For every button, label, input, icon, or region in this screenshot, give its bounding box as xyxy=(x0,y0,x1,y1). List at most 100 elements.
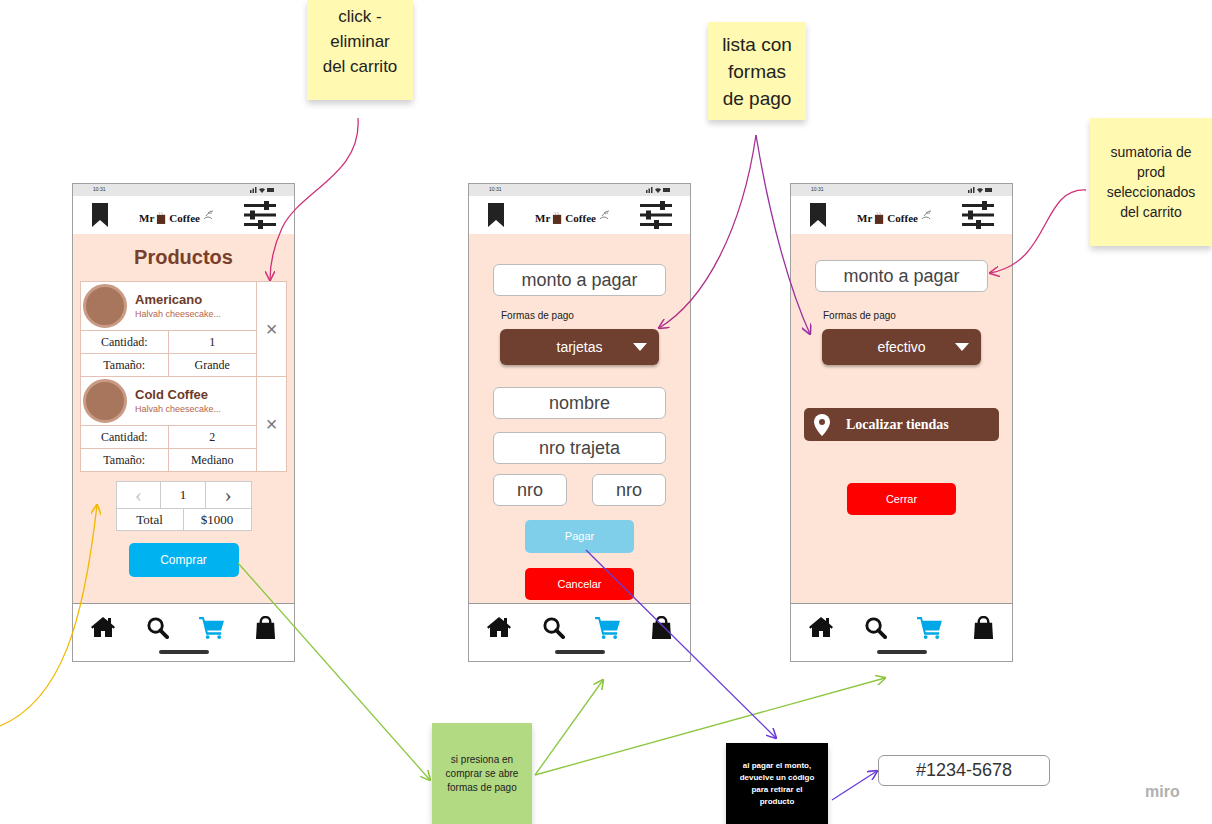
connector-arrow xyxy=(270,118,358,280)
detail-row: Cantidad:2 xyxy=(81,425,256,448)
detail-label: Cantidad: xyxy=(81,331,169,353)
home-icon xyxy=(487,616,511,638)
payment-method-dropdown[interactable]: efectivo xyxy=(822,329,981,365)
payment-method-dropdown[interactable]: tarjetas xyxy=(500,329,659,365)
logo-text: Mr xyxy=(535,210,550,227)
pickup-code-box: #1234-5678 xyxy=(878,755,1050,786)
nav-item[interactable] xyxy=(973,616,994,639)
sticky-note: lista con formas de pago xyxy=(708,22,806,120)
text-field[interactable]: monto a pagar xyxy=(493,264,666,296)
note-text: si presiona en comprar se abre formas de… xyxy=(442,753,522,795)
filter-sliders-icon xyxy=(640,201,672,229)
cart-title: Productos xyxy=(134,244,233,270)
nav-item[interactable] xyxy=(809,616,833,638)
bottom-nav xyxy=(469,603,690,661)
connector-arrow xyxy=(586,550,776,738)
nav-item[interactable] xyxy=(146,616,169,639)
app-header: MrCoffee xyxy=(791,196,1012,234)
note-text: click - eliminar del carrito xyxy=(317,4,403,79)
location-pin-icon xyxy=(814,414,830,436)
detail-row: Cantidad:1 xyxy=(81,330,256,353)
detail-value: Mediano xyxy=(169,449,257,471)
status-time: 10:31 xyxy=(811,186,824,194)
nav-item[interactable] xyxy=(91,616,115,638)
product-text: Cold CoffeeHalvah cheesecake... xyxy=(135,387,221,415)
buy-button[interactable]: Comprar xyxy=(129,543,239,577)
search-icon xyxy=(864,616,887,639)
product-photo xyxy=(83,379,127,423)
product-description: Halvah cheesecake... xyxy=(135,308,221,320)
connector-arrow xyxy=(756,135,810,334)
sticky-note: click - eliminar del carrito xyxy=(307,0,413,100)
remove-item-button[interactable]: × xyxy=(256,377,286,471)
buy-label: Comprar xyxy=(160,551,207,569)
phone-screen: 10:31 MrCoffee Productos AmericanoHalvah ch… xyxy=(72,183,295,662)
status-bar: 10:31 xyxy=(469,184,690,196)
nav-item[interactable] xyxy=(487,616,511,638)
cart-item-header: Cold CoffeeHalvah cheesecake... xyxy=(81,377,256,425)
screen-body: monto a pagar Formas de pago efectivo Local… xyxy=(791,234,1012,603)
nav-item[interactable] xyxy=(595,616,620,639)
pager: ‹1› xyxy=(117,482,251,508)
miro-board: click - eliminar del carrito lista con fo… xyxy=(0,0,1212,824)
logo-text: Mr xyxy=(857,210,872,227)
nav-item[interactable] xyxy=(864,616,887,639)
note-text: lista con formas de pago xyxy=(716,31,798,112)
field-placeholder: nro trajeta xyxy=(539,435,620,462)
text-field[interactable]: nro xyxy=(592,474,666,506)
remove-mark: × xyxy=(266,409,278,439)
caret-down-icon xyxy=(633,343,647,351)
payment-method-value: efectivo xyxy=(877,337,925,358)
pay-label: Pagar xyxy=(565,528,594,545)
text-field[interactable]: nro xyxy=(493,474,567,506)
connector-arrow xyxy=(832,771,877,800)
text-field[interactable]: monto a pagar xyxy=(815,260,988,292)
product-text: AmericanoHalvah cheesecake... xyxy=(135,292,221,320)
detail-row: Tamaño:Mediano xyxy=(81,448,256,471)
nav-item[interactable] xyxy=(199,616,224,639)
steam-icon xyxy=(598,210,610,220)
payment-method-label: Formas de pago xyxy=(501,308,574,323)
note-text: al pagar el monto, devuelve un código pa… xyxy=(734,760,820,808)
status-bar: 10:31 xyxy=(73,184,294,196)
coffee-cup-icon xyxy=(156,212,167,224)
bag-icon xyxy=(973,616,994,639)
bookmark-icon xyxy=(809,203,827,227)
cancel-button[interactable]: Cancelar xyxy=(525,568,634,600)
steam-icon xyxy=(202,210,214,220)
coffee-cup-icon xyxy=(874,212,885,224)
nav-item[interactable] xyxy=(255,616,276,639)
card-extra-fields: nro nro xyxy=(493,474,666,506)
payment-method-label: Formas de pago xyxy=(823,308,896,323)
nav-item[interactable] xyxy=(651,616,672,639)
close-button[interactable]: Cerrar xyxy=(847,483,956,515)
payment-method-value: tarjetas xyxy=(557,337,603,358)
logo-text: Mr xyxy=(139,210,154,227)
text-field[interactable]: nombre xyxy=(493,387,666,419)
nav-item[interactable] xyxy=(917,616,942,639)
bottom-nav-items xyxy=(791,604,1012,650)
field-placeholder: nro xyxy=(616,477,642,504)
home-indicator xyxy=(159,650,209,654)
mr-coffee-logo: MrCoffee xyxy=(139,204,214,227)
total-label: Total xyxy=(117,509,184,530)
signal-icon xyxy=(968,187,992,193)
pickup-code: #1234-5678 xyxy=(916,757,1012,784)
pager-prev-button[interactable]: ‹ xyxy=(117,482,162,508)
bottom-nav-items xyxy=(469,604,690,650)
cart-items-table: AmericanoHalvah cheesecake...Cantidad:1T… xyxy=(80,281,287,472)
search-icon xyxy=(542,616,565,639)
app-header: MrCoffee xyxy=(469,196,690,234)
locate-stores-button[interactable]: Localizar tiendas xyxy=(804,408,999,441)
status-bar: 10:31 xyxy=(791,184,1012,196)
bookmark-icon xyxy=(91,203,109,227)
text-field[interactable]: nro trajeta xyxy=(493,432,666,464)
pager-next-button[interactable]: › xyxy=(206,482,251,508)
nav-item[interactable] xyxy=(542,616,565,639)
remove-item-button[interactable]: × xyxy=(256,282,286,376)
mr-coffee-logo: MrCoffee xyxy=(857,204,932,227)
detail-label: Tamaño: xyxy=(81,354,169,376)
pager-total: ‹1›Total$1000 xyxy=(116,481,252,531)
connector-arrows xyxy=(0,0,1212,824)
pay-button[interactable]: Pagar xyxy=(525,520,634,553)
